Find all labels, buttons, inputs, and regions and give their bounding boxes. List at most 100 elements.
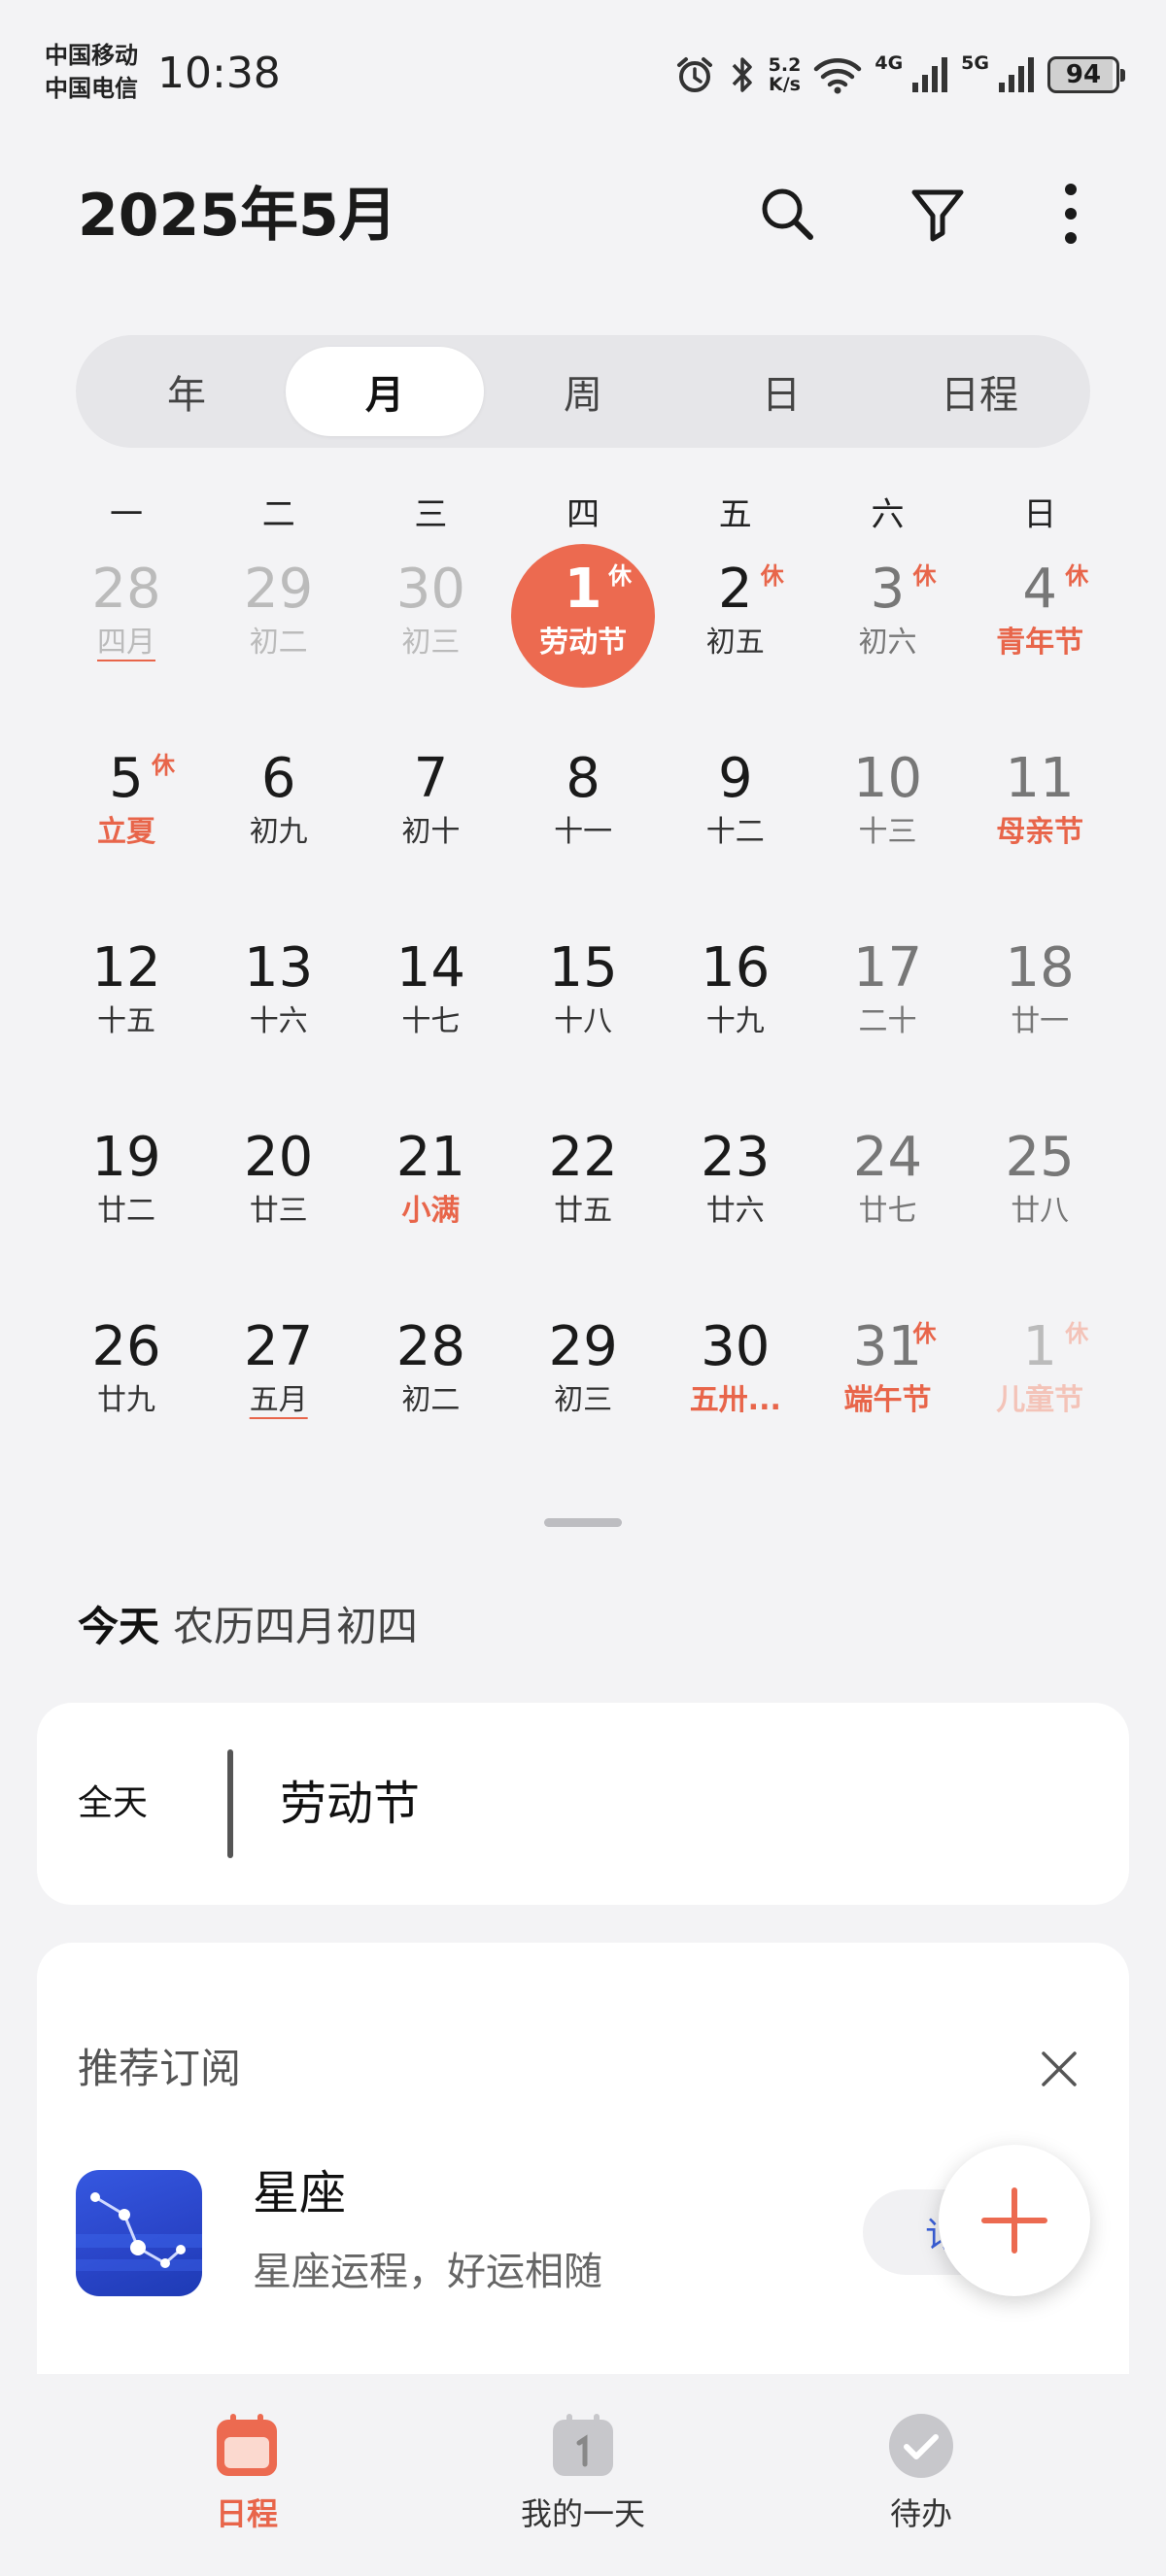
- subscription-description: 星座运程，好运相随: [253, 2250, 602, 2294]
- day-cell[interactable]: 20 廿三: [203, 1117, 355, 1263]
- day-lunar-label: 初五: [705, 626, 765, 660]
- nav-schedule-label: 日程: [215, 2495, 278, 2532]
- day-lunar-label: 十七: [401, 1004, 461, 1038]
- day-cell[interactable]: 8 十一: [507, 738, 659, 884]
- day-cell-today[interactable]: 1 劳动节 休: [507, 544, 659, 695]
- nav-schedule[interactable]: 日程: [101, 2411, 393, 2547]
- event-card[interactable]: 全天 劳动节: [37, 1703, 1129, 1905]
- event-color-bar: [227, 1749, 233, 1858]
- day-cell[interactable]: 27 五月: [203, 1306, 355, 1452]
- day-cell[interactable]: 13 十六: [203, 928, 355, 1073]
- day-number: 30: [701, 1315, 771, 1378]
- day-cell[interactable]: 31 端午节 休: [812, 1306, 964, 1452]
- day-cell[interactable]: 14 十七: [355, 928, 506, 1073]
- today-lunar-date: 农历四月初四: [173, 1603, 419, 1650]
- day-cell[interactable]: 11 母亲节: [964, 738, 1115, 884]
- day-number: 30: [395, 558, 466, 621]
- tab-month[interactable]: 月: [286, 347, 484, 436]
- tab-agenda[interactable]: 日程: [880, 347, 1079, 436]
- day-number: 28: [395, 1315, 466, 1378]
- day-cell[interactable]: 7 初十: [355, 738, 506, 884]
- day-lunar-label: 十二: [705, 815, 765, 849]
- day-number: 13: [244, 936, 314, 1000]
- day-cell[interactable]: 15 十八: [507, 928, 659, 1073]
- day-cell[interactable]: 9 十二: [660, 738, 811, 884]
- tab-day[interactable]: 日: [682, 347, 880, 436]
- day-cell[interactable]: 6 初九: [203, 738, 355, 884]
- month-title[interactable]: 2025年5月: [78, 177, 397, 254]
- day-cell[interactable]: 30 初三: [355, 549, 506, 695]
- day-lunar-label: 十六: [249, 1004, 308, 1038]
- day-number: 27: [244, 1315, 314, 1378]
- day-cell[interactable]: 17 二十: [812, 928, 964, 1073]
- day-cell[interactable]: 1 儿童节 休: [964, 1306, 1115, 1452]
- day-cell[interactable]: 29 初三: [507, 1306, 659, 1452]
- day-lunar-label: 廿六: [705, 1194, 765, 1228]
- day-cell[interactable]: 24 廿七: [812, 1117, 964, 1263]
- day-cell[interactable]: 5 立夏 休: [51, 738, 202, 884]
- day-number: 21: [395, 1126, 466, 1189]
- day-number: 18: [1005, 936, 1075, 1000]
- weekday-header: 一二三四五六日: [0, 486, 1166, 544]
- nav-todo-label: 待办: [889, 2495, 952, 2532]
- add-event-button[interactable]: [939, 2145, 1090, 2296]
- day-lunar-label: 初六: [858, 626, 917, 660]
- carrier-names: 中国移动 中国电信: [45, 39, 138, 105]
- day-number: 9: [717, 747, 753, 810]
- filter-button[interactable]: [899, 175, 977, 253]
- subscription-name: 星座: [253, 2166, 347, 2220]
- constellation-icon[interactable]: [76, 2170, 202, 2296]
- rest-day-badge: 休: [760, 562, 784, 590]
- network-speed: 5.2 K/s: [768, 54, 802, 95]
- day-cell[interactable]: 28 四月: [51, 549, 202, 695]
- close-icon: [1042, 2051, 1077, 2086]
- day-cell[interactable]: 23 廿六: [660, 1117, 811, 1263]
- day-cell[interactable]: 19 廿二: [51, 1117, 202, 1263]
- day-cell[interactable]: 26 廿九: [51, 1306, 202, 1452]
- weekday-label: 五: [718, 495, 752, 534]
- status-bar: 中国移动 中国电信 10:38 5.2 K/s 4G 5G 94: [0, 0, 1166, 136]
- day-lunar-label: 廿五: [554, 1194, 613, 1228]
- day-holiday-label: 端午节: [843, 1383, 932, 1417]
- day-cell[interactable]: 18 廿一: [964, 928, 1115, 1073]
- rest-day-badge: 休: [608, 562, 633, 590]
- day-number: 10: [852, 747, 923, 810]
- day-cell[interactable]: 25 廿八: [964, 1117, 1115, 1263]
- day-number: 19: [91, 1126, 161, 1189]
- day-cell[interactable]: 29 初二: [203, 549, 355, 695]
- day-cell[interactable]: 16 十九: [660, 928, 811, 1073]
- search-button[interactable]: [748, 175, 826, 253]
- search-icon: [762, 188, 813, 240]
- day-lunar-label: 廿一: [1011, 1004, 1070, 1038]
- day-cell[interactable]: 30 五卅...: [660, 1306, 811, 1452]
- tab-week[interactable]: 周: [484, 347, 682, 436]
- day-cell[interactable]: 10 十三: [812, 738, 964, 884]
- day-lunar-label: 廿九: [97, 1383, 155, 1417]
- day-cell[interactable]: 3 初六 休: [812, 549, 964, 695]
- day-cell[interactable]: 4 青年节 休: [964, 549, 1115, 695]
- nav-todo[interactable]: 待办: [775, 2411, 1067, 2547]
- tab-year[interactable]: 年: [87, 347, 286, 436]
- day-number: 6: [260, 747, 296, 810]
- signal-2-label: 5G: [961, 52, 989, 74]
- day-number: 15: [548, 936, 618, 1000]
- day-holiday-label: 五卅...: [689, 1383, 781, 1417]
- day-number: 16: [701, 936, 771, 1000]
- recommend-close-button[interactable]: [1022, 2032, 1096, 2106]
- day-lunar-label: 十三: [858, 815, 917, 849]
- day-lunar-label: 廿三: [249, 1194, 308, 1228]
- nav-my-day[interactable]: 我的一天: [437, 2411, 729, 2547]
- day-cell[interactable]: 2 初五 休: [660, 549, 811, 695]
- filter-icon: [911, 189, 964, 242]
- day-cell[interactable]: 22 廿五: [507, 1117, 659, 1263]
- more-menu-button[interactable]: [1032, 175, 1110, 253]
- day-number: 8: [566, 747, 600, 810]
- drag-handle[interactable]: [544, 1518, 622, 1527]
- day-number: 29: [244, 558, 314, 621]
- day-cell[interactable]: 21 小满: [355, 1117, 506, 1263]
- day-lunar-label: 二十: [858, 1004, 917, 1038]
- day-number: 3: [870, 558, 906, 621]
- day-cell[interactable]: 12 十五: [51, 928, 202, 1073]
- weekday-label: 二: [261, 495, 295, 534]
- day-cell[interactable]: 28 初二: [355, 1306, 506, 1452]
